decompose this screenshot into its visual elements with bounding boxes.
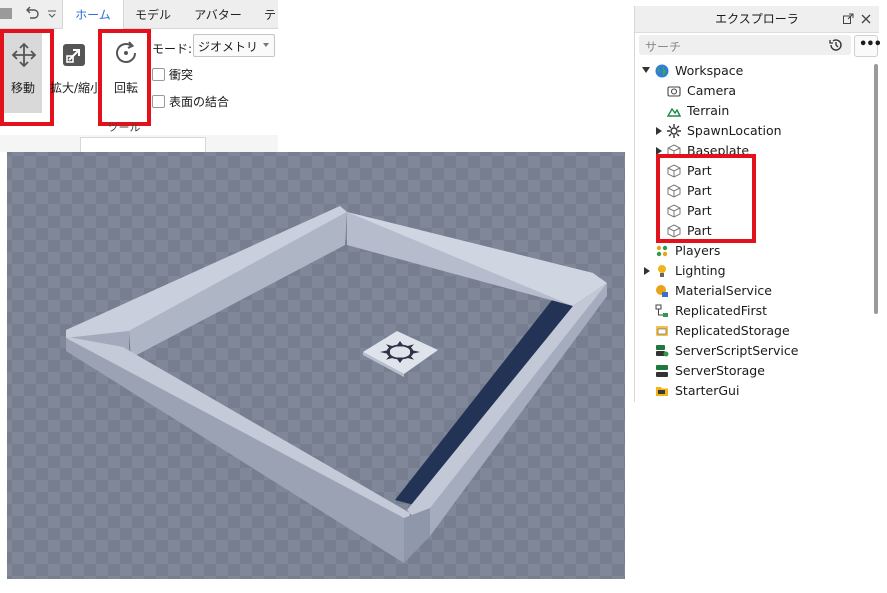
more-options-button[interactable]: ••• [854,35,882,57]
expand-arrow-icon[interactable] [656,127,662,135]
spawn-icon [667,124,681,138]
explorer-item-label: ReplicatedStorage [675,323,790,338]
explorer-item-label: StarterGui [675,383,740,398]
rotate-highlight-box [98,29,151,126]
join-surfaces-checkbox[interactable] [152,95,165,108]
explorer-item-label: Terrain [687,103,730,118]
parts-highlight-box [656,154,756,243]
explorer-scrollbar[interactable] [874,64,878,314]
collision-label: 衝突 [169,68,194,82]
server-script-icon [655,344,669,358]
scale-button[interactable]: 拡大/縮小 [50,33,102,113]
terrain-icon [666,104,682,118]
explorer-item-label: Camera [687,83,737,98]
explorer-item-spawnlocation[interactable]: SpawnLocation [635,121,871,141]
ribbon-toolbar: ホーム モデル アバター テ 移動 拡大/縮小 回転 モード: ジオメトリ 衝突… [0,0,278,136]
close-icon[interactable] [861,13,871,24]
undock-icon[interactable] [843,13,854,24]
explorer-item-replicatedstorage[interactable]: ReplicatedStorage [635,321,871,341]
explorer-item-label: ServerStorage [675,363,765,378]
explorer-panel: エクスプローラ サーチ ••• Workspace Camera Terrain Sp… [634,6,882,402]
explorer-item-materialservice[interactable]: MaterialService [635,281,871,301]
replicated-first-icon [655,304,669,318]
folder-icon [655,384,669,398]
scale-label: 拡大/縮小 [49,81,103,95]
history-icon[interactable] [828,37,844,53]
explorer-item-label: Workspace [675,63,744,78]
mode-dropdown[interactable]: ジオメトリ [193,34,275,57]
tab-avatar[interactable]: アバター [186,0,250,28]
collapse-arrow-icon[interactable] [642,67,650,73]
explorer-item-replicatedfirst[interactable]: ReplicatedFirst [635,301,871,321]
3d-viewport[interactable] [7,152,625,579]
explorer-item-terrain[interactable]: Terrain [635,101,871,121]
explorer-item-label: MaterialService [675,283,772,298]
tab-test[interactable]: テ [262,0,278,28]
scale-icon [60,41,88,69]
explorer-item-startergui[interactable]: StarterGui [635,381,871,401]
mode-dropdown-value: ジオメトリ [198,40,259,54]
undo-icon[interactable] [24,4,40,22]
explorer-item-serverscriptservice[interactable]: ServerScriptService [635,341,871,361]
more-icon: ••• [859,37,882,52]
viewport-tab-strip [0,135,278,153]
explorer-search-input[interactable]: サーチ [639,35,851,55]
mode-label: モード: [152,42,193,56]
explorer-item-label: ReplicatedFirst [675,303,768,318]
tab-model[interactable]: モデル [124,0,182,28]
quick-access-dropdown-icon[interactable] [47,8,57,20]
explorer-item-workspace[interactable]: Workspace [635,61,871,81]
explorer-item-lighting[interactable]: Lighting [635,261,871,281]
file-icon[interactable] [0,8,12,19]
explorer-item-players[interactable]: Players [635,241,871,261]
material-icon [655,284,669,298]
chevron-down-icon [263,43,269,47]
explorer-item-camera[interactable]: Camera [635,81,871,101]
tab-home[interactable]: ホーム [62,0,124,29]
players-icon [655,244,669,258]
tool-group-label: ツール [107,121,141,134]
search-placeholder: サーチ [645,40,682,54]
globe-icon [655,64,669,78]
replicated-storage-icon [655,324,669,338]
camera-icon [667,84,681,98]
viewport-tab[interactable] [80,137,206,153]
explorer-item-label: Players [675,243,721,258]
move-highlight-box [0,29,54,126]
server-storage-icon [655,364,669,378]
explorer-item-serverstorage[interactable]: ServerStorage [635,361,871,381]
explorer-item-label: ServerScriptService [675,343,799,358]
explorer-item-label: Lighting [675,263,726,278]
collision-checkbox[interactable] [152,68,165,81]
expand-arrow-icon[interactable] [644,267,650,275]
join-surfaces-label: 表面の結合 [169,95,230,109]
ribbon-tab-bar: ホーム モデル アバター テ [0,0,278,29]
explorer-item-label: SpawnLocation [687,123,782,138]
lightbulb-icon [655,264,669,278]
